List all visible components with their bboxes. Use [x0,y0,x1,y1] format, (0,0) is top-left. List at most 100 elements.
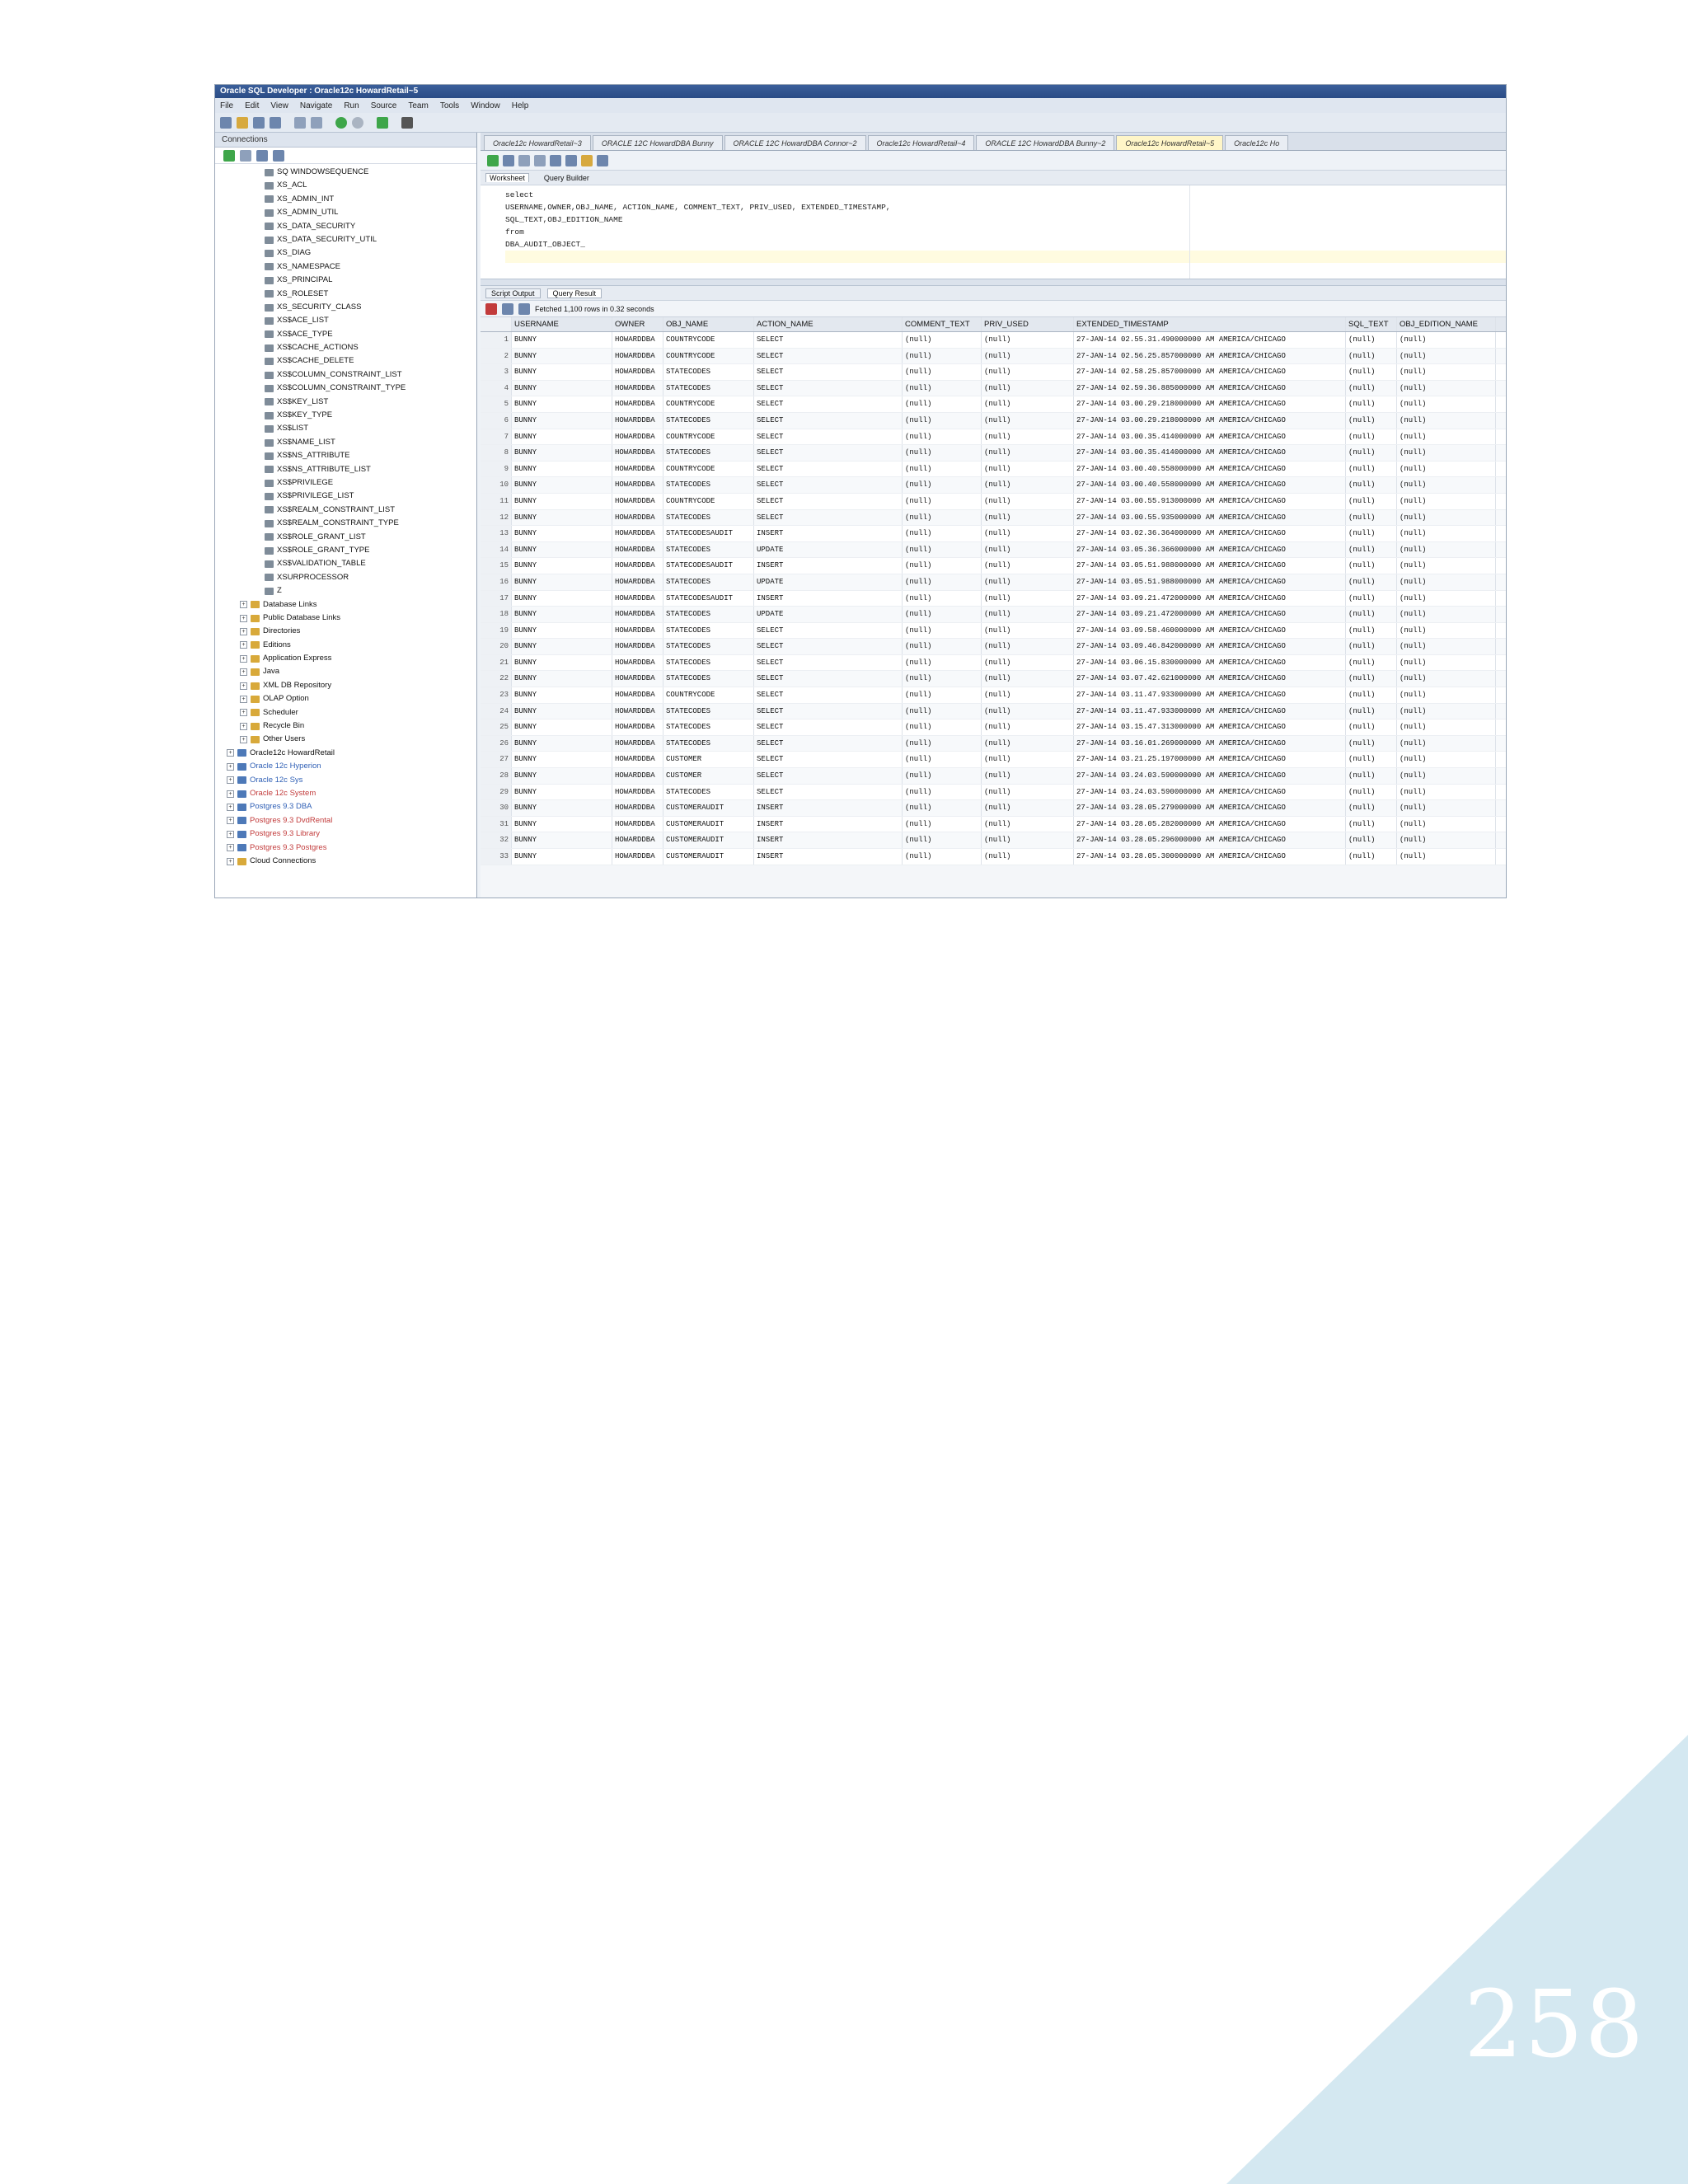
tree-item[interactable]: Z [215,584,476,598]
table-row[interactable]: 31 BUNNY HOWARDDBA CUSTOMERAUDIT INSERT (null… [481,816,1506,833]
tree-item[interactable]: + Editions [215,639,476,652]
table-row[interactable]: 11 BUNNY HOWARDDBA COUNTRYCODE SELECT (null)(… [481,493,1506,510]
menu-navigate[interactable]: Navigate [300,101,332,110]
tree-item[interactable]: + Java [215,665,476,678]
menu-edit[interactable]: Edit [245,101,259,110]
table-row[interactable]: 5 BUNNY HOWARDDBA COUNTRYCODE SELECT (null) (n… [481,396,1506,413]
tree-item[interactable]: + Other Users [215,733,476,746]
tab-script-output[interactable]: Script Output [485,288,541,298]
column-header[interactable]: COMMENT_TEXT [903,317,982,331]
column-header[interactable]: SQL_TEXT [1346,317,1397,331]
editor-splitter[interactable] [481,279,1506,286]
doc-tab[interactable]: Oracle12c HowardRetail~4 [867,135,975,150]
tab-worksheet[interactable]: Worksheet [485,173,529,182]
tree-item[interactable]: XS_SECURITY_CLASS [215,301,476,314]
tree-item[interactable]: + Oracle12c HowardRetail [215,747,476,760]
open-icon[interactable] [237,116,248,129]
table-row[interactable]: 8 BUNNY HOWARDDBA STATECODES SELECT (null) (nu… [481,445,1506,462]
tree-item[interactable]: + XML DB Repository [215,679,476,692]
tree-item[interactable]: XS$REALM_CONSTRAINT_LIST [215,504,476,517]
column-header[interactable]: ACTION_NAME [754,317,903,331]
schema-browser-icon[interactable] [273,149,284,162]
tree-item[interactable]: XS$ROLE_GRANT_TYPE [215,544,476,557]
undo-icon[interactable] [294,116,306,129]
expand-icon[interactable]: + [227,790,234,798]
tree-item[interactable]: + Cloud Connections [215,855,476,868]
menu-window[interactable]: Window [471,101,500,110]
tree-item[interactable]: XS$PRIVILEGE_LIST [215,490,476,503]
history-icon[interactable] [597,154,608,166]
filter-icon[interactable] [256,149,268,162]
table-row[interactable]: 24 BUNNY HOWARDDBA STATECODES SELECT (null) (n… [481,703,1506,720]
refresh-icon[interactable] [240,149,251,162]
sql-editor[interactable]: select USERNAME,OWNER,OBJ_NAME, ACTION_N… [481,185,1506,279]
table-row[interactable]: 13 BUNNY HOWARDDBA STATECODESAUDIT INSERT (nu… [481,526,1506,542]
table-row[interactable]: 2 BUNNY HOWARDDBA COUNTRYCODE SELECT (null) (n… [481,348,1506,365]
tree-item[interactable]: + Oracle 12c System [215,787,476,800]
tree-item[interactable]: + Postgres 9.3 Library [215,827,476,841]
table-row[interactable]: 29 BUNNY HOWARDDBA STATECODES SELECT (null) (n… [481,784,1506,801]
tree-item[interactable]: SQ WINDOWSEQUENCE [215,166,476,179]
tree-item[interactable]: XS$ROLE_GRANT_LIST [215,531,476,544]
tree-item[interactable]: + Directories [215,625,476,638]
doc-tab[interactable]: Oracle12c Ho [1225,135,1289,150]
column-header[interactable]: PRIV_USED [982,317,1074,331]
table-row[interactable]: 30 BUNNY HOWARDDBA CUSTOMERAUDIT INSERT (null… [481,800,1506,817]
table-row[interactable]: 17 BUNNY HOWARDDBA STATECODESAUDIT INSERT (nu… [481,590,1506,607]
expand-icon[interactable]: + [227,830,234,838]
expand-icon[interactable]: + [240,627,247,635]
table-row[interactable]: 16 BUNNY HOWARDDBA STATECODES UPDATE (null) (n… [481,574,1506,591]
tree-item[interactable]: + Oracle 12c Hyperion [215,760,476,773]
save-all-icon[interactable] [270,116,281,129]
doc-tab[interactable]: Oracle12c HowardRetail~3 [484,135,591,150]
tree-item[interactable]: XS$PRIVILEGE [215,476,476,490]
autotrace-icon[interactable] [565,154,577,166]
expand-icon[interactable]: + [240,601,247,609]
expand-icon[interactable]: + [240,641,247,649]
tree-item[interactable]: XS_ADMIN_UTIL [215,206,476,219]
doc-tab[interactable]: ORACLE 12C HowardDBA Bunny~2 [976,135,1115,150]
expand-icon[interactable]: + [227,844,234,852]
tree-item[interactable]: + Public Database Links [215,612,476,625]
table-row[interactable]: 26 BUNNY HOWARDDBA STATECODES SELECT (null) (n… [481,735,1506,752]
run-statement-icon[interactable] [487,154,499,166]
column-header[interactable]: OBJ_EDITION_NAME [1397,317,1496,331]
menu-tools[interactable]: Tools [440,101,459,110]
tree-item[interactable]: + Scheduler [215,706,476,719]
print-icon[interactable] [401,116,413,129]
tree-item[interactable]: XS$ACE_TYPE [215,328,476,341]
table-row[interactable]: 15 BUNNY HOWARDDBA STATECODESAUDIT INSERT (nu… [481,558,1506,574]
table-row[interactable]: 27 BUNNY HOWARDDBA CUSTOMER SELECT (null) (nul… [481,752,1506,769]
column-header[interactable]: OWNER [612,317,663,331]
explain-plan-icon[interactable] [550,154,561,166]
table-row[interactable]: 6 BUNNY HOWARDDBA STATECODES SELECT (null) (nu… [481,412,1506,429]
table-row[interactable]: 22 BUNNY HOWARDDBA STATECODES SELECT (null) (n… [481,671,1506,688]
tree-item[interactable]: XSURPROCESSOR [215,571,476,584]
expand-icon[interactable]: + [240,709,247,717]
expand-icon[interactable]: + [227,749,234,757]
table-row[interactable]: 25 BUNNY HOWARDDBA STATECODES SELECT (null) (n… [481,719,1506,736]
expand-icon[interactable]: + [240,614,247,622]
tree-item[interactable]: XS$NAME_LIST [215,436,476,449]
table-row[interactable]: 12 BUNNY HOWARDDBA STATECODES SELECT (null) (n… [481,509,1506,527]
tree-item[interactable]: XS$NS_ATTRIBUTE_LIST [215,463,476,476]
tree-item[interactable]: XS_ROLESET [215,288,476,301]
tree-item[interactable]: + Postgres 9.3 DvdRental [215,814,476,827]
menu-source[interactable]: Source [371,101,397,110]
table-row[interactable]: 3 BUNNY HOWARDDBA STATECODES SELECT (null) (nu… [481,364,1506,381]
export-icon[interactable] [502,302,513,315]
tree-item[interactable]: XS$KEY_TYPE [215,409,476,422]
tree-item[interactable]: XS$CACHE_ACTIONS [215,341,476,354]
table-row[interactable]: 33 BUNNY HOWARDDBA CUSTOMERAUDIT INSERT (null… [481,849,1506,865]
column-header[interactable]: USERNAME [512,317,612,331]
clear-icon[interactable] [581,154,593,166]
run-script-icon[interactable] [503,154,514,166]
tree-item[interactable]: + Postgres 9.3 DBA [215,800,476,813]
tree-item[interactable]: XS$VALIDATION_TABLE [215,557,476,570]
doc-tab[interactable]: ORACLE 12C HowardDBA Connor~2 [724,135,866,150]
tab-query-result[interactable]: Query Result [546,288,603,298]
tree-item[interactable]: + Postgres 9.3 Postgres [215,841,476,855]
forward-icon[interactable] [352,116,363,129]
expand-icon[interactable]: + [240,682,247,690]
tree-item[interactable]: XS$COLUMN_CONSTRAINT_LIST [215,368,476,382]
